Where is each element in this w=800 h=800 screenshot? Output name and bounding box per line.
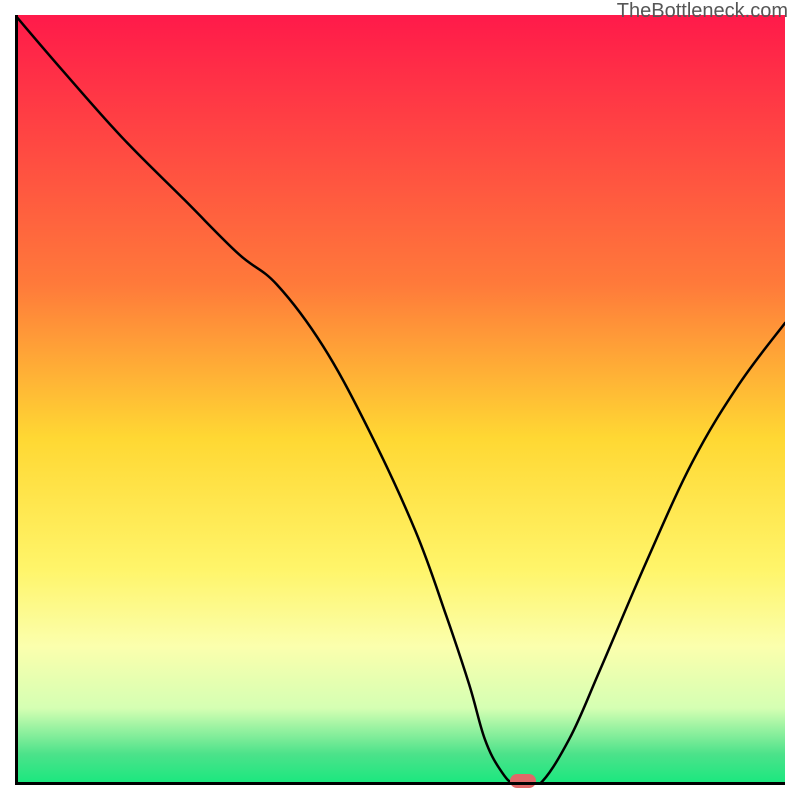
curve-layer [15,15,785,785]
bottleneck-curve [15,15,785,785]
watermark: TheBottleneck.com [617,0,788,23]
y-axis [15,15,18,785]
plot-area [15,15,785,785]
chart-container: TheBottleneck.com [0,0,800,800]
x-axis [15,782,785,785]
